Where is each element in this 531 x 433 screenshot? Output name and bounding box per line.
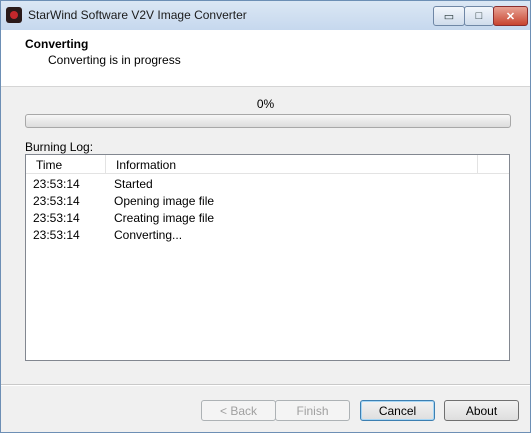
log-info: Opening image file xyxy=(114,194,215,208)
window-title: StarWind Software V2V Image Converter xyxy=(28,8,247,22)
maximize-button[interactable]: □ xyxy=(464,6,494,26)
close-button[interactable]: ✕ xyxy=(493,6,528,26)
log-time: 23:53:14 xyxy=(33,211,80,225)
footer-separator xyxy=(1,384,530,386)
log-info: Creating image file xyxy=(114,211,215,225)
log-row[interactable]: 23:53:14 Creating image file xyxy=(26,210,509,227)
about-button[interactable]: About xyxy=(444,400,519,421)
burning-log-list[interactable]: Time Information 23:53:14 Started 23:53:… xyxy=(25,154,510,361)
minimize-button[interactable]: ▭ xyxy=(433,6,465,26)
page-title: Converting xyxy=(25,37,89,51)
log-rows: 23:53:14 Started 23:53:14 Opening image … xyxy=(26,176,509,244)
log-time: 23:53:14 xyxy=(33,194,80,208)
page-subtitle: Converting is in progress xyxy=(48,53,181,67)
log-row[interactable]: 23:53:14 Converting... xyxy=(26,227,509,244)
close-icon: ✕ xyxy=(505,10,516,23)
log-time: 23:53:14 xyxy=(33,177,80,191)
maximize-icon: □ xyxy=(475,10,483,22)
log-info: Started xyxy=(114,177,153,191)
progress-percent-label: 0% xyxy=(256,97,275,111)
wizard-header: Converting Converting is in progress xyxy=(1,30,530,87)
finish-button[interactable]: Finish xyxy=(275,400,350,421)
column-header-information-label: Information xyxy=(116,158,177,172)
starwind-app-icon xyxy=(6,7,22,23)
converter-window: StarWind Software V2V Image Converter ▭ … xyxy=(0,0,531,433)
back-button[interactable]: < Back xyxy=(201,400,276,421)
log-time: 23:53:14 xyxy=(33,228,80,242)
progress-bar xyxy=(25,114,511,128)
log-info: Converting... xyxy=(114,228,183,242)
column-header-time-label: Time xyxy=(36,158,63,172)
log-column-header: Time Information xyxy=(26,155,509,174)
title-bar[interactable]: StarWind Software V2V Image Converter ▭ … xyxy=(1,1,530,30)
burning-log-label: Burning Log: xyxy=(25,140,94,154)
cancel-button[interactable]: Cancel xyxy=(360,400,435,421)
log-row[interactable]: 23:53:14 Started xyxy=(26,176,509,193)
column-header-information[interactable]: Information xyxy=(106,155,478,173)
minimize-icon: ▭ xyxy=(443,10,455,23)
log-row[interactable]: 23:53:14 Opening image file xyxy=(26,193,509,210)
column-header-time[interactable]: Time xyxy=(26,155,106,173)
